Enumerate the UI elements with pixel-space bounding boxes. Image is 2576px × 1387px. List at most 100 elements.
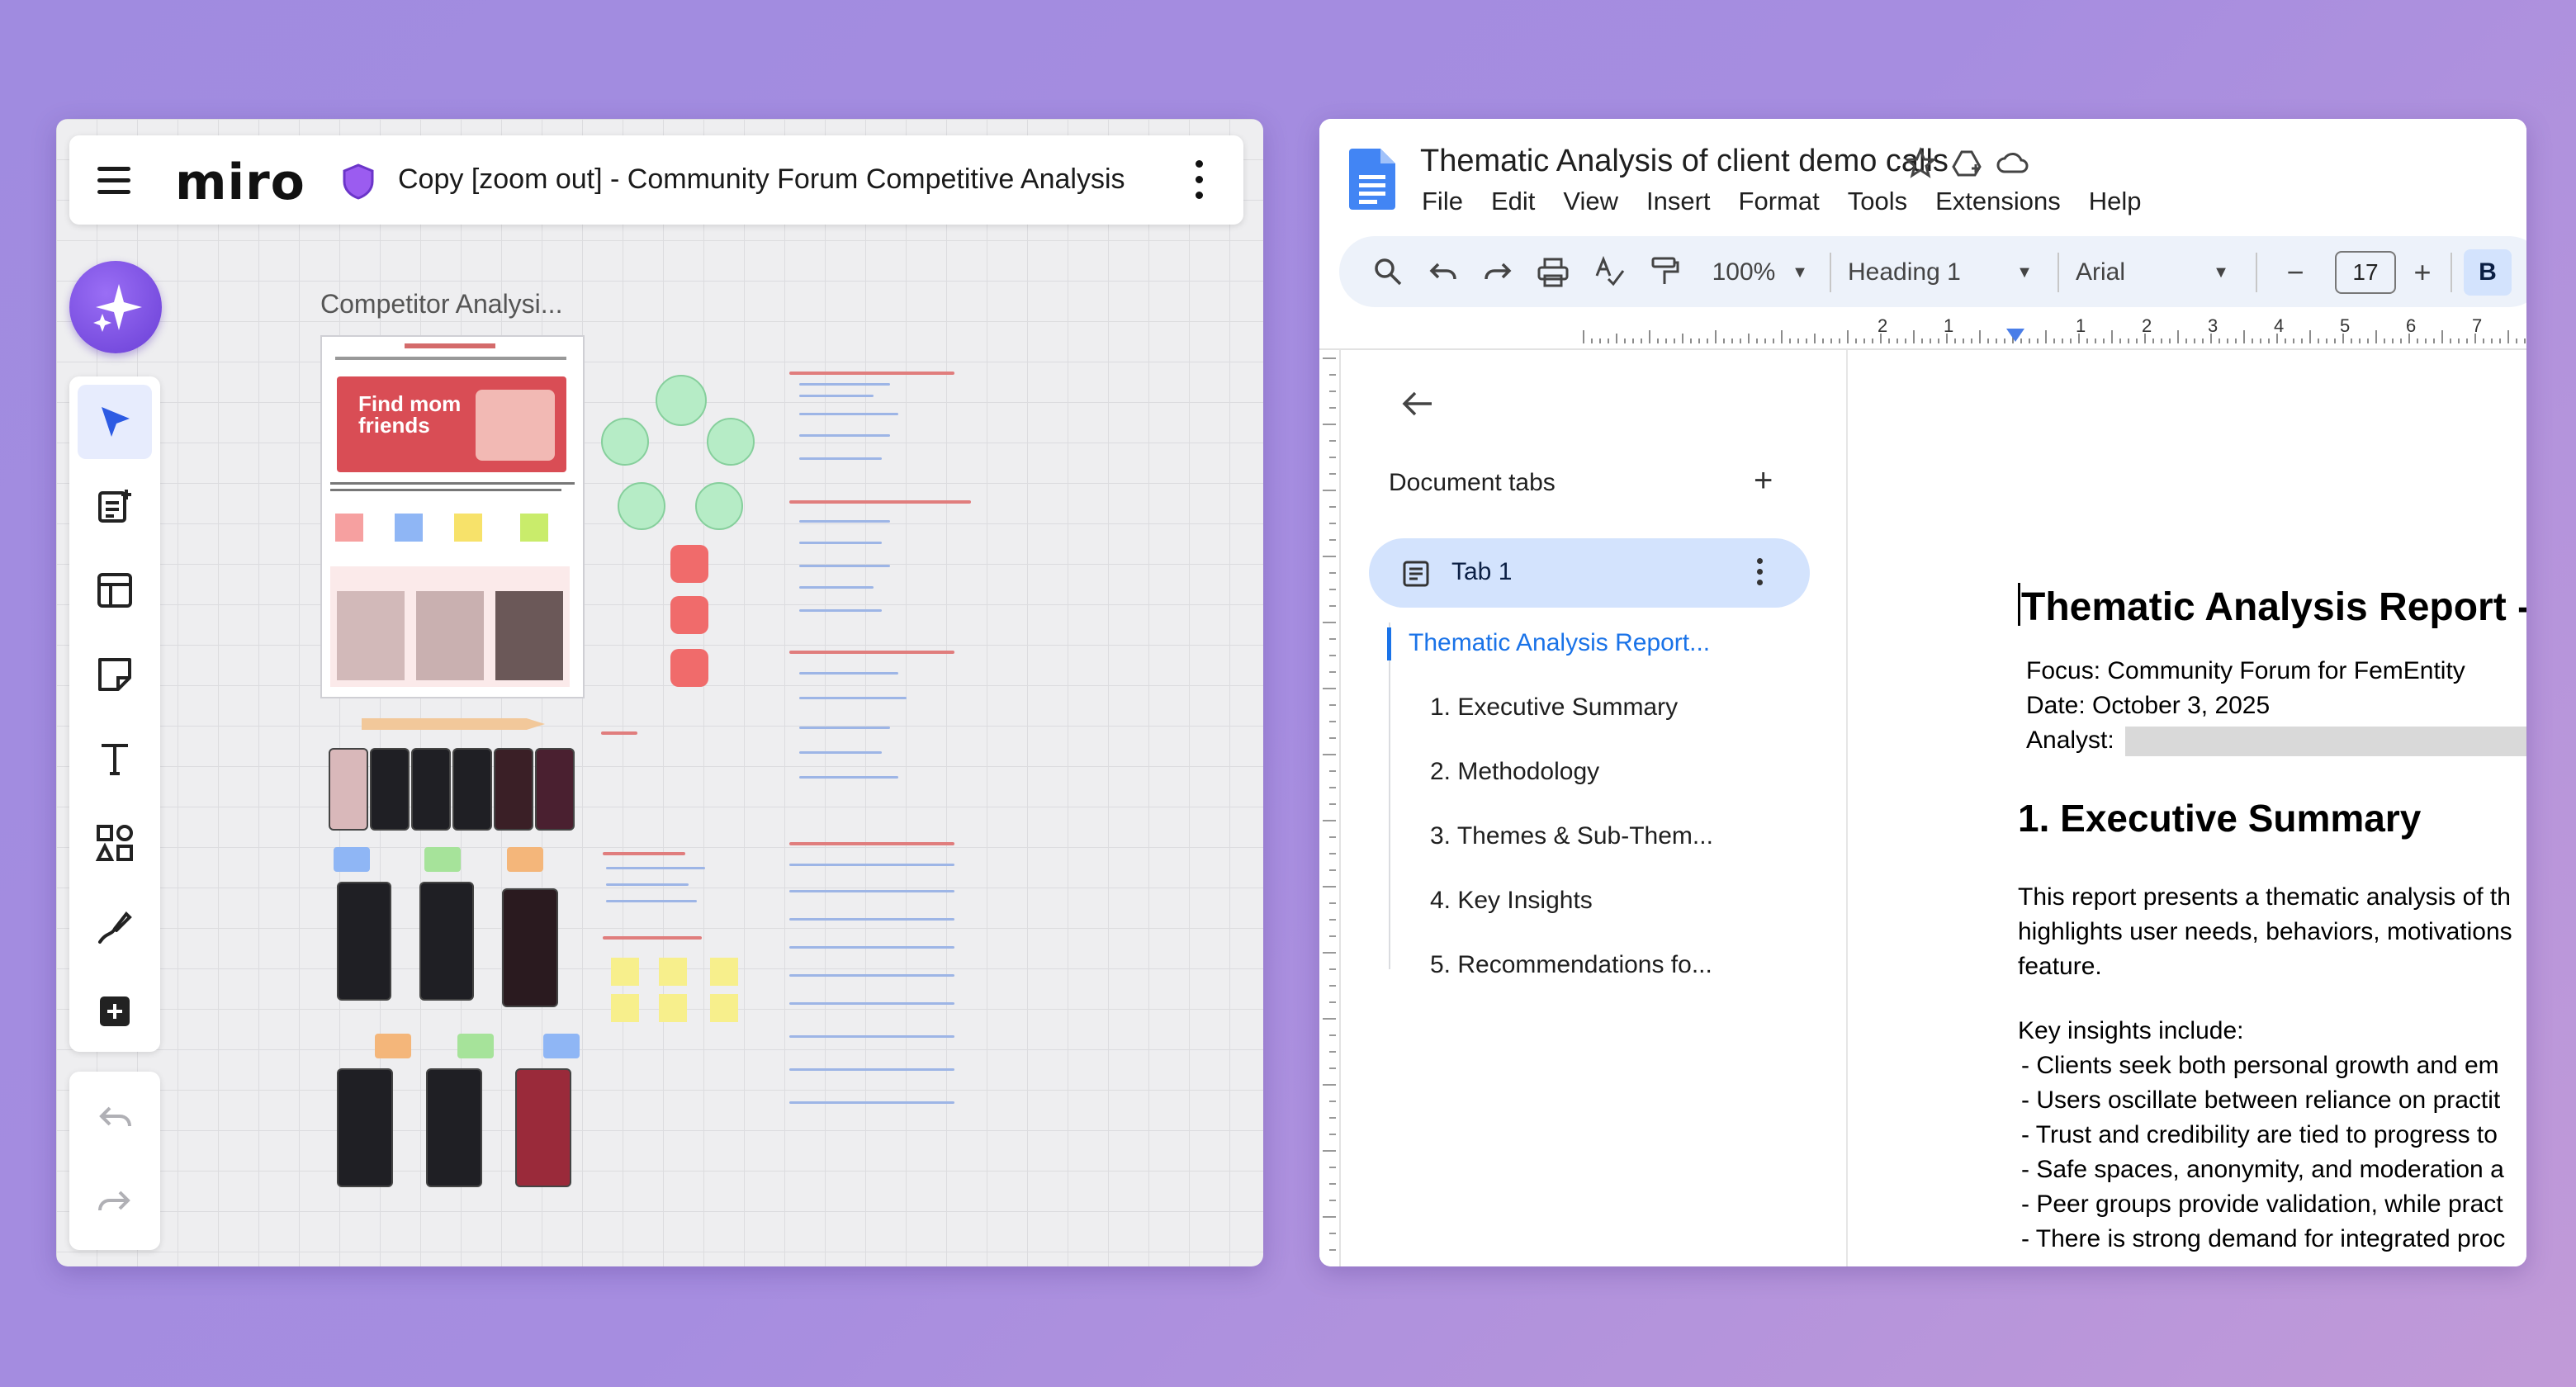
red-card[interactable]	[670, 649, 708, 687]
bold-button[interactable]: B	[2464, 249, 2512, 296]
bubble[interactable]	[601, 418, 649, 466]
document-page[interactable]: Thematic Analysis Report - Focus: Commun…	[1848, 350, 2526, 1266]
comment-note[interactable]	[334, 847, 370, 872]
red-card[interactable]	[670, 545, 708, 583]
outline-item-themes[interactable]: 3. Themes & Sub-Them...	[1430, 822, 1713, 850]
bubble[interactable]	[656, 375, 707, 426]
style-select[interactable]: Heading 1	[1848, 254, 1988, 291]
sticky-note[interactable]	[335, 514, 363, 542]
paragraph-line[interactable]: This report presents a thematic analysis…	[2018, 883, 2511, 911]
bubble[interactable]	[695, 482, 743, 530]
comment-note[interactable]	[375, 1034, 411, 1058]
print-icon[interactable]	[1537, 258, 1569, 287]
menu-format[interactable]: Format	[1739, 187, 1820, 216]
phone-screen[interactable]	[494, 748, 533, 831]
phone-screen[interactable]	[426, 1068, 482, 1187]
zoom-select[interactable]: 100%	[1702, 254, 1785, 291]
red-card[interactable]	[670, 596, 708, 634]
frame-label[interactable]: Competitor Analysi...	[320, 289, 562, 320]
insights-intro[interactable]: Key insights include:	[2018, 1017, 2244, 1045]
outline-item-methodology[interactable]: 2. Methodology	[1430, 758, 1599, 786]
report-title[interactable]: Thematic Analysis Report -	[2021, 585, 2526, 630]
redo-icon[interactable]	[95, 1182, 135, 1222]
board-options-icon[interactable]	[1196, 160, 1205, 207]
font-size-input[interactable]: 17	[2335, 251, 2396, 294]
phone-screen[interactable]	[515, 1068, 571, 1187]
hamburger-menu-icon[interactable]	[97, 167, 130, 194]
menu-edit[interactable]: Edit	[1491, 187, 1535, 216]
templates-tool[interactable]	[78, 469, 152, 543]
cloud-status-icon[interactable]	[1996, 147, 2029, 180]
text-tool[interactable]	[78, 722, 152, 796]
insight-bullet[interactable]: - Safe spaces, anonymity, and moderation…	[2021, 1156, 2504, 1184]
phone-screen[interactable]	[337, 1068, 393, 1187]
sticky-note[interactable]	[611, 994, 639, 1022]
more-tool[interactable]	[78, 974, 152, 1049]
sticky-note[interactable]	[659, 994, 687, 1022]
indent-marker-icon[interactable]	[2005, 327, 2026, 343]
ai-sparkle-button[interactable]	[69, 261, 162, 353]
add-tab-icon[interactable]: +	[1754, 462, 1773, 499]
sticky-note[interactable]	[659, 958, 687, 986]
analyst-line[interactable]: Analyst:	[2026, 727, 2114, 755]
back-arrow-icon[interactable]	[1400, 386, 1435, 421]
decrease-font-icon[interactable]: −	[2279, 254, 2312, 291]
phone-screen[interactable]	[370, 748, 410, 831]
outline-item-title[interactable]: Thematic Analysis Report...	[1409, 629, 1710, 657]
search-icon[interactable]	[1372, 256, 1404, 287]
comment-note[interactable]	[543, 1034, 580, 1058]
comment-note[interactable]	[424, 847, 461, 872]
pen-tool[interactable]	[78, 890, 152, 964]
undo-icon[interactable]	[1428, 258, 1458, 287]
layout-tool[interactable]	[78, 553, 152, 627]
undo-icon[interactable]	[95, 1098, 135, 1138]
font-select[interactable]: Arial	[2076, 254, 2166, 291]
select-tool[interactable]	[78, 385, 152, 459]
sticky-note[interactable]	[395, 514, 423, 542]
tab-options-icon[interactable]	[1757, 558, 1764, 585]
menu-help[interactable]: Help	[2089, 187, 2142, 216]
increase-font-icon[interactable]: +	[2406, 254, 2439, 291]
outline-item-key-insights[interactable]: 4. Key Insights	[1430, 887, 1593, 915]
menu-insert[interactable]: Insert	[1646, 187, 1711, 216]
sticky-note-tool[interactable]	[78, 637, 152, 712]
section-heading-executive-summary[interactable]: 1. Executive Summary	[2018, 796, 2421, 840]
insight-bullet[interactable]: - Clients seek both personal growth and …	[2021, 1052, 2499, 1080]
document-title[interactable]: Thematic Analysis of client demo calls	[1420, 144, 1949, 179]
redo-icon[interactable]	[1483, 258, 1513, 287]
bubble[interactable]	[707, 418, 755, 466]
chevron-down-icon[interactable]: ▼	[1788, 254, 1811, 291]
comment-note[interactable]	[507, 847, 543, 872]
sticky-note[interactable]	[454, 514, 482, 542]
phone-screen[interactable]	[502, 888, 558, 1007]
phone-screen[interactable]	[535, 748, 575, 831]
tab-1[interactable]: Tab 1	[1369, 538, 1810, 608]
date-line[interactable]: Date: October 3, 2025	[2026, 692, 2270, 720]
phone-screen[interactable]	[411, 748, 451, 831]
outline-item-recommendations[interactable]: 5. Recommendations fo...	[1430, 951, 1712, 979]
menu-extensions[interactable]: Extensions	[1935, 187, 2061, 216]
move-to-drive-icon[interactable]	[1950, 147, 1983, 180]
insight-bullet[interactable]: - Users oscillate between reliance on pr…	[2021, 1086, 2500, 1115]
sticky-note[interactable]	[611, 958, 639, 986]
paragraph-line[interactable]: highlights user needs, behaviors, motiva…	[2018, 918, 2512, 946]
paragraph-line[interactable]: feature.	[2018, 953, 2102, 981]
phone-screen[interactable]	[337, 882, 391, 1001]
menu-view[interactable]: View	[1563, 187, 1618, 216]
menu-tools[interactable]: Tools	[1848, 187, 1907, 216]
phone-screen[interactable]	[419, 882, 474, 1001]
competitor-frame[interactable]: Find mom friends	[320, 335, 585, 698]
phone-screen[interactable]	[452, 748, 492, 831]
sticky-note[interactable]	[520, 514, 548, 542]
spellcheck-icon[interactable]	[1593, 256, 1625, 287]
outline-item-executive-summary[interactable]: 1. Executive Summary	[1430, 694, 1678, 722]
star-icon[interactable]	[1904, 147, 1937, 180]
insight-bullet[interactable]: - There is strong demand for integrated …	[2021, 1225, 2505, 1253]
bubble[interactable]	[618, 482, 665, 530]
phone-screen[interactable]	[329, 748, 368, 831]
menu-file[interactable]: File	[1422, 187, 1463, 216]
sticky-note[interactable]	[710, 958, 738, 986]
board-title[interactable]: Copy [zoom out] - Community Forum Compet…	[398, 163, 1125, 196]
shapes-tool[interactable]	[78, 806, 152, 880]
insight-bullet[interactable]: - Trust and credibility are tied to prog…	[2021, 1121, 2498, 1149]
